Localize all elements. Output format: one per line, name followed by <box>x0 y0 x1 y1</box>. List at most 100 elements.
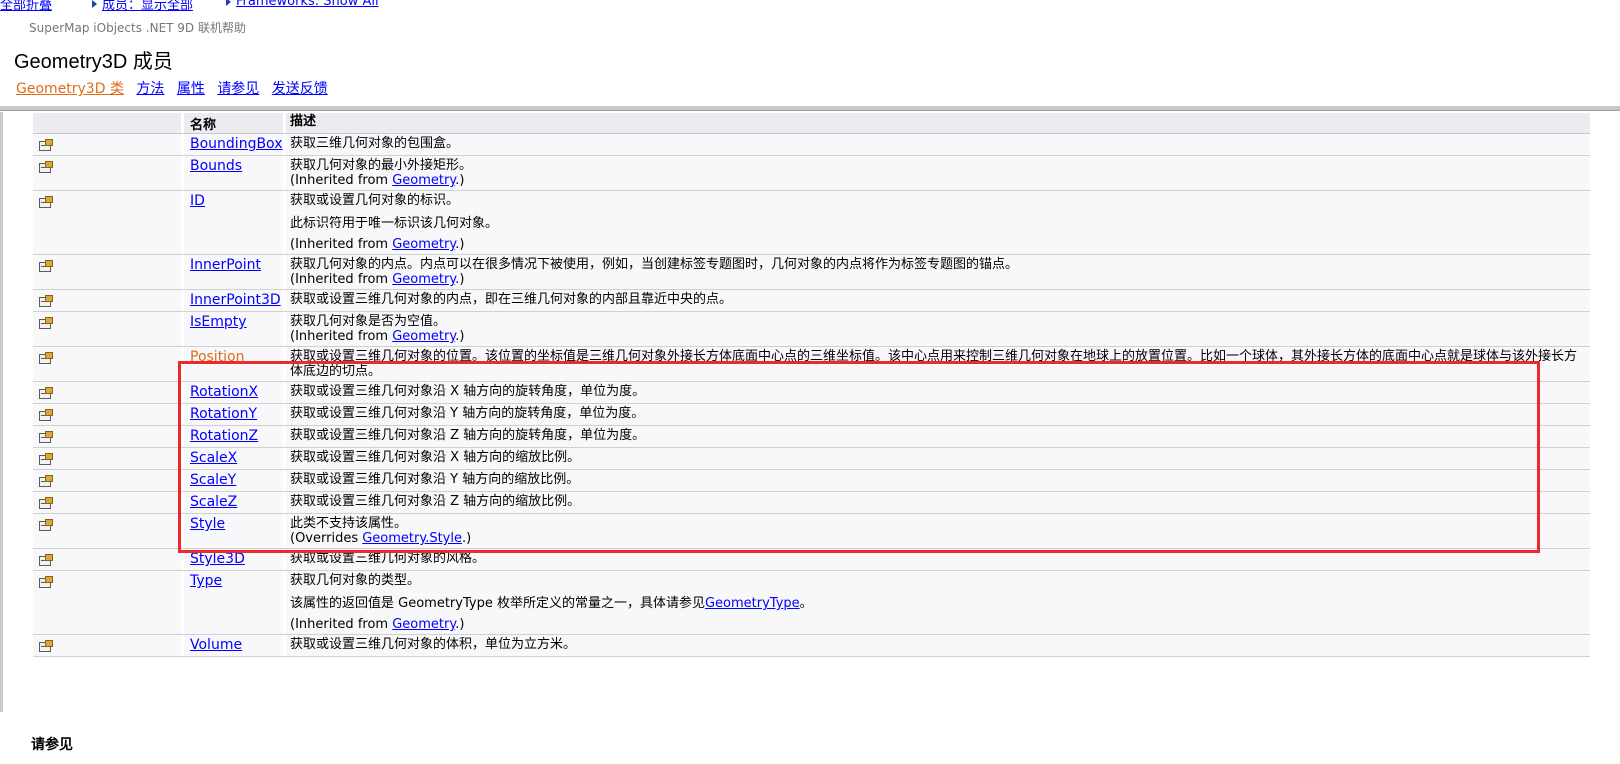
property-icon <box>38 576 53 588</box>
table-row: RotationX 获取或设置三维几何对象沿 X 轴方向的旋转角度，单位为度。 <box>33 382 1590 404</box>
icon-cell <box>33 448 181 469</box>
inheritance-prefix: (Inherited from <box>290 329 393 344</box>
description-text-span: 获取或设置三维几何对象沿 X 轴方向的缩放比例。 <box>290 450 581 465</box>
table-row: Style3D 获取或设置三维几何对象的风格。 <box>33 549 1590 571</box>
description-cell: 获取或设置三维几何对象沿 Z 轴方向的旋转角度，单位为度。 <box>283 426 1590 447</box>
help-subtitle: SuperMap iObjects .NET 9D 联机帮助 <box>29 21 246 35</box>
description-text-span: 获取几何对象是否为空值。 <box>290 314 447 329</box>
icon-cell <box>33 426 181 447</box>
nav-link-feedback[interactable]: 发送反馈 <box>272 81 328 97</box>
property-icon <box>38 409 53 421</box>
description-text: 获取或设置三维几何对象的位置。该位置的坐标值是三维几何对象外接长方体底面中心点的… <box>290 349 1584 379</box>
member-link-style[interactable]: Style <box>190 516 225 532</box>
inheritance-note: (Inherited from Geometry.) <box>290 617 1584 632</box>
description-text-span: 获取或设置三维几何对象的体积，单位为立方米。 <box>290 637 577 652</box>
enum-link[interactable]: GeometryType <box>705 596 800 611</box>
description-text-span: 获取几何对象的类型。 <box>290 573 421 588</box>
member-link-bounds[interactable]: Bounds <box>190 158 242 174</box>
inheritance-suffix: .) <box>455 272 465 287</box>
member-link-style3d[interactable]: Style3D <box>190 551 245 567</box>
nav-link-class[interactable]: Geometry3D 类 <box>16 81 124 97</box>
member-link-boundingbox[interactable]: BoundingBox <box>190 136 282 152</box>
table-row: RotationZ 获取或设置三维几何对象沿 Z 轴方向的旋转角度，单位为度。 <box>33 426 1590 448</box>
description-text: 获取或设置三维几何对象沿 Y 轴方向的缩放比例。 <box>290 472 1584 487</box>
nav-link-methods[interactable]: 方法 <box>136 81 164 97</box>
description-text-span: 获取或设置三维几何对象沿 Z 轴方向的旋转角度，单位为度。 <box>290 428 646 443</box>
inheritance-suffix: .) <box>455 237 465 252</box>
table-row: Bounds 获取几何对象的最小外接矩形。 (Inherited from Geom… <box>33 156 1590 191</box>
member-link-position[interactable]: Position <box>190 349 245 365</box>
table-row: InnerPoint 获取几何对象的内点。内点可以在很多情况下被使用，例如，当创建… <box>33 255 1590 290</box>
inheritance-prefix: (Inherited from <box>290 237 393 252</box>
description-cell: 获取或设置几何对象的标识。 此标识符用于唯一标识该几何对象。 (Inherited … <box>283 191 1590 254</box>
frameworks-show-all-link[interactable]: Frameworks: Show All <box>226 0 379 9</box>
name-cell: Type <box>181 571 283 634</box>
description-cell: 获取或设置三维几何对象沿 Y 轴方向的缩放比例。 <box>283 470 1590 491</box>
property-icon <box>38 352 53 364</box>
property-icon <box>38 431 53 443</box>
inheritance-link[interactable]: Geometry <box>392 617 455 632</box>
frameworks-show-all-label[interactable]: Frameworks: Show All <box>236 0 379 9</box>
icon-cell <box>33 404 181 425</box>
table-row: RotationY 获取或设置三维几何对象沿 Y 轴方向的旋转角度，单位为度。 <box>33 404 1590 426</box>
property-icon <box>38 387 53 399</box>
nav-link-properties[interactable]: 属性 <box>177 81 205 97</box>
member-link-type[interactable]: Type <box>190 573 222 589</box>
page-title: Geometry3D 成员 <box>14 51 173 73</box>
inheritance-link[interactable]: Geometry <box>392 237 455 252</box>
icon-cell <box>33 347 181 381</box>
description-text: 获取或设置三维几何对象沿 X 轴方向的旋转角度，单位为度。 <box>290 384 1584 399</box>
inheritance-link[interactable]: Geometry <box>392 329 455 344</box>
description-cell: 获取或设置三维几何对象沿 X 轴方向的缩放比例。 <box>283 448 1590 469</box>
member-link-rotationx[interactable]: RotationX <box>190 384 258 400</box>
icon-cell <box>33 571 181 634</box>
nav-link-see-also[interactable]: 请参见 <box>217 81 259 97</box>
member-link-scaley[interactable]: ScaleY <box>190 472 236 488</box>
member-link-rotationz[interactable]: RotationZ <box>190 428 258 444</box>
description-text-span: 获取或设置三维几何对象的内点，即在三维几何对象的内部且靠近中央的点。 <box>290 292 733 307</box>
inheritance-link[interactable]: Geometry <box>392 272 455 287</box>
table-row: Type 获取几何对象的类型。 该属性的返回值是 GeometryType 枚举所定… <box>33 571 1590 635</box>
inheritance-link[interactable]: Geometry.Style <box>362 531 462 546</box>
inheritance-note: (Inherited from Geometry.) <box>290 173 1584 188</box>
member-link-scalex[interactable]: ScaleX <box>190 450 237 466</box>
property-icon <box>38 640 53 652</box>
table-row: Position 获取或设置三维几何对象的位置。该位置的坐标值是三维几何对象外接长… <box>33 347 1590 382</box>
icon-cell <box>33 134 181 155</box>
member-link-innerpoint[interactable]: InnerPoint <box>190 257 261 273</box>
member-link-volume[interactable]: Volume <box>190 637 242 653</box>
collapse-all-label[interactable]: 全部折叠 <box>0 0 52 13</box>
member-link-innerpoint3d[interactable]: InnerPoint3D <box>190 292 281 308</box>
members-show-all-label[interactable]: 成员：显示全部 <box>102 0 193 13</box>
icon-cell <box>33 549 181 570</box>
name-cell: RotationX <box>181 382 283 403</box>
member-link-isempty[interactable]: IsEmpty <box>190 314 247 330</box>
icon-cell <box>33 312 181 346</box>
description-text-span: 获取或设置三维几何对象的位置。该位置的坐标值是三维几何对象外接长方体底面中心点的… <box>290 349 1578 379</box>
name-cell: Style3D <box>181 549 283 570</box>
description-cell: 获取或设置三维几何对象的内点，即在三维几何对象的内部且靠近中央的点。 <box>283 290 1590 311</box>
table-row: ScaleY 获取或设置三维几何对象沿 Y 轴方向的缩放比例。 <box>33 470 1590 492</box>
name-cell: InnerPoint3D <box>181 290 283 311</box>
header-name: 名称 <box>181 113 283 133</box>
description-text: 此类不支持该属性。 <box>290 516 1584 531</box>
members-show-all-link[interactable]: 成员：显示全部 <box>92 0 193 13</box>
inheritance-suffix: .) <box>455 617 465 632</box>
header-divider <box>0 106 1620 111</box>
inheritance-prefix: (Inherited from <box>290 272 393 287</box>
member-link-scalez[interactable]: ScaleZ <box>190 494 237 510</box>
member-link-rotationy[interactable]: RotationY <box>190 406 257 422</box>
description-cell: 获取或设置三维几何对象的位置。该位置的坐标值是三维几何对象外接长方体底面中心点的… <box>283 347 1590 381</box>
collapse-all-link[interactable]: 全部折叠 <box>0 0 52 13</box>
description-text-span: 获取或设置几何对象的标识。 <box>290 193 460 208</box>
name-cell: BoundingBox <box>181 134 283 155</box>
description-text-span: 获取或设置三维几何对象沿 Z 轴方向的缩放比例。 <box>290 494 581 509</box>
table-row: ScaleZ 获取或设置三维几何对象沿 Z 轴方向的缩放比例。 <box>33 492 1590 514</box>
description-text: 获取或设置三维几何对象的风格。 <box>290 551 1584 566</box>
property-icon <box>38 519 53 531</box>
inheritance-link[interactable]: Geometry <box>392 173 455 188</box>
table-row: ID 获取或设置几何对象的标识。 此标识符用于唯一标识该几何对象。 (Inherite… <box>33 191 1590 255</box>
inheritance-suffix: .) <box>455 329 465 344</box>
description-cell: 获取或设置三维几何对象沿 Z 轴方向的缩放比例。 <box>283 492 1590 513</box>
member-link-id[interactable]: ID <box>190 193 205 209</box>
